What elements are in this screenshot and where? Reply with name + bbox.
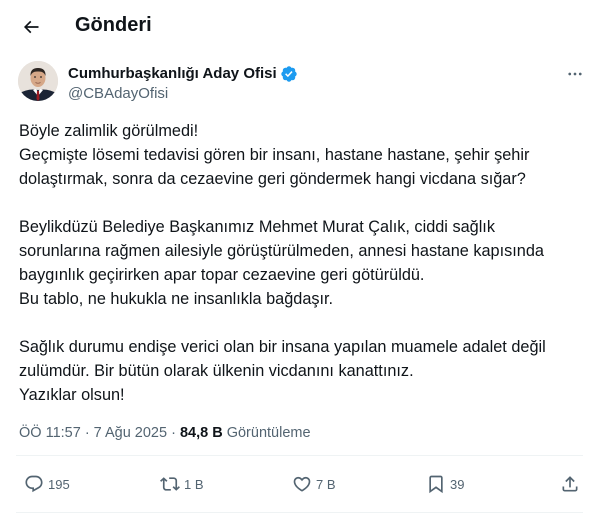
heart-icon <box>293 476 311 492</box>
author-avatar[interactable] <box>18 61 58 101</box>
reply-button[interactable]: 195 <box>24 466 70 502</box>
share-button[interactable] <box>560 466 580 502</box>
tweet-line: zulümdür. Bir bütün olarak ülkenin vicda… <box>19 362 414 380</box>
author-name-row: Cumhurbaşkanlığı Aday Ofisi <box>68 65 298 83</box>
author-info: Cumhurbaşkanlığı Aday Ofisi @CBAdayOfisi <box>68 65 298 103</box>
back-arrow-icon <box>23 20 39 34</box>
repost-count: 1 B <box>184 476 204 492</box>
like-count: 7 B <box>316 476 336 492</box>
more-dots-icon <box>568 72 582 76</box>
divider <box>16 512 583 513</box>
tweet-timestamp[interactable]: ÖÖ 11:57 · 7 Ağu 2025 <box>19 425 167 441</box>
bookmark-count: 39 <box>450 476 465 492</box>
tweet-line: baygınlık geçirirken apar topar cezaevin… <box>19 266 425 284</box>
tweet-line: dolaştırmak, sonra da cezaevine geri gön… <box>19 170 526 188</box>
divider <box>16 455 583 456</box>
back-button[interactable] <box>14 10 48 44</box>
like-button[interactable]: 7 B <box>292 466 336 502</box>
views-label: Görüntüleme <box>226 425 311 441</box>
reply-icon <box>25 475 43 493</box>
tweet-line: Sağlık durumu endişe verici olan bir ins… <box>19 338 546 356</box>
repost-icon <box>160 477 180 491</box>
bookmark-button[interactable]: 39 <box>426 466 464 502</box>
verified-badge-icon[interactable] <box>280 65 298 83</box>
tweet-line: Bu tablo, ne hukukla ne insanlıkla bağda… <box>19 290 334 308</box>
reply-count: 195 <box>48 476 70 492</box>
author-handle[interactable]: @CBAdayOfisi <box>68 85 298 103</box>
share-icon <box>562 476 578 492</box>
tweet-line: Böyle zalimlik görülmedi! <box>19 122 199 140</box>
tweet-line: Geçmişte lösemi tedavisi gören bir insan… <box>19 146 530 164</box>
action-bar: 195 1 B 7 B 39 <box>0 466 599 502</box>
tweet-line: sorunlarına rağmen ailesiyle görüştürülm… <box>19 242 544 260</box>
tweet-meta: ÖÖ 11:57 · 7 Ağu 2025 · 84,8 B Görüntüle… <box>19 423 311 443</box>
top-bar: Gönderi <box>0 0 599 53</box>
tweet-line: Beylikdüzü Belediye Başkanımız Mehmet Mu… <box>19 218 495 236</box>
repost-button[interactable]: 1 B <box>160 466 204 502</box>
profile-photo-icon <box>18 61 58 101</box>
more-options-button[interactable] <box>561 62 589 86</box>
tweet-line: Yazıklar olsun! <box>19 386 125 404</box>
views-count: 84,8 B <box>179 425 223 441</box>
tweet-text: Böyle zalimlik görülmedi! Geçmişte lösem… <box>19 119 584 407</box>
bookmark-icon <box>429 475 443 494</box>
meta-separator: · <box>167 425 180 441</box>
page-title: Gönderi <box>75 14 152 36</box>
author-display-name[interactable]: Cumhurbaşkanlığı Aday Ofisi <box>68 65 277 83</box>
